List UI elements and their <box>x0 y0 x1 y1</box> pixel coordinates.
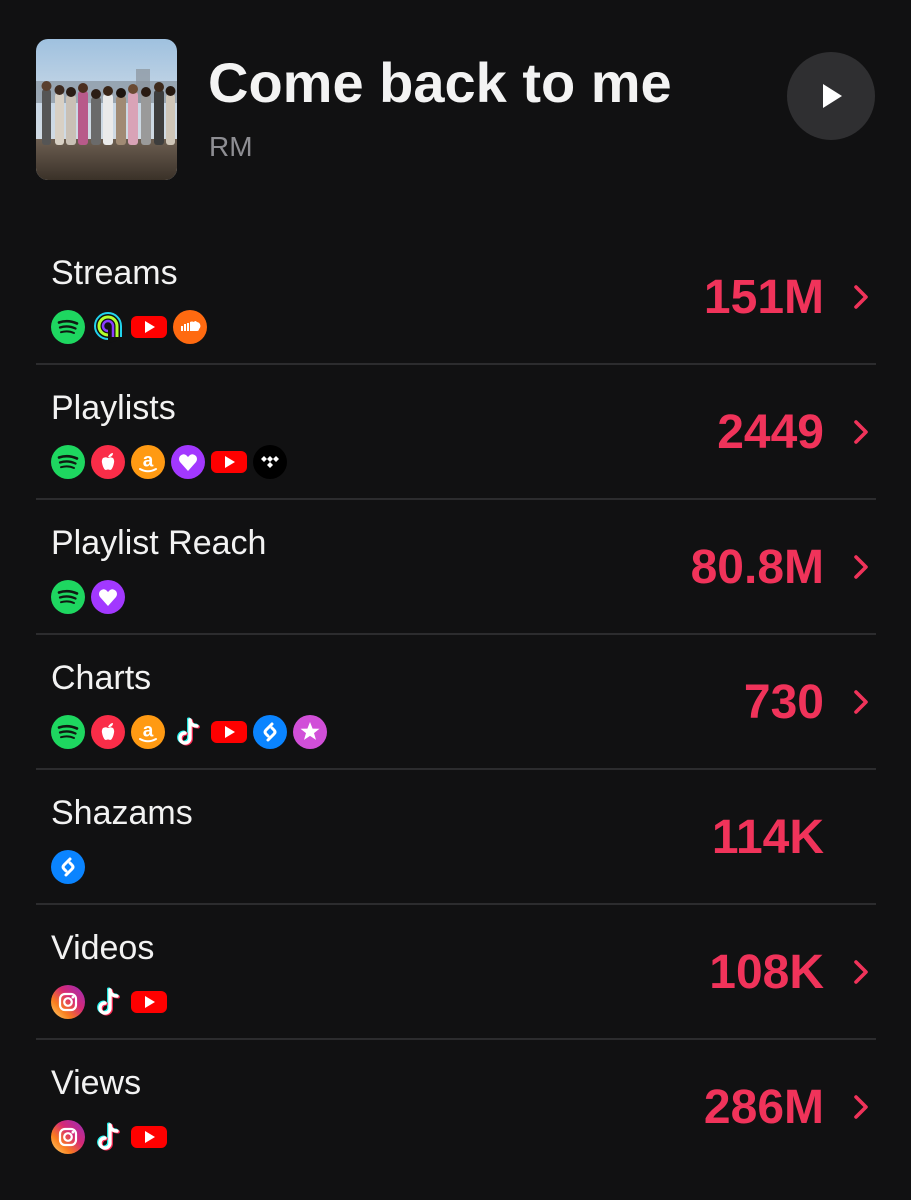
stat-label: Views <box>51 1064 142 1102</box>
shazam-icon <box>253 715 287 749</box>
stat-value: 114K <box>711 811 824 864</box>
stat-label: Charts <box>51 659 152 697</box>
play-icon <box>823 84 842 108</box>
anghami-icon <box>92 311 124 343</box>
stat-label: Videos <box>51 929 155 967</box>
youtube-icon <box>131 316 167 338</box>
amazon-music-icon: a <box>131 445 165 479</box>
youtube-icon <box>131 1126 167 1148</box>
stat-value: 108K <box>709 946 824 999</box>
play-button[interactable] <box>787 52 875 140</box>
platform-icons <box>51 850 91 884</box>
chevron-right-icon[interactable] <box>850 417 872 447</box>
stat-label: Playlist Reach <box>51 524 267 562</box>
tiktok-icon <box>97 1122 120 1151</box>
apple-music-icon <box>91 445 125 479</box>
stat-row-charts[interactable]: Charts a 730 <box>36 635 876 770</box>
artist-name[interactable]: RM <box>209 131 253 163</box>
youtube-icon <box>211 451 247 473</box>
chevron-right-icon[interactable] <box>850 687 872 717</box>
stat-row-playlists[interactable]: Playlists a 2449 <box>36 365 876 500</box>
spotify-icon <box>51 310 85 344</box>
stat-value: 80.8M <box>690 541 824 594</box>
stat-label: Playlists <box>51 389 176 427</box>
spotify-icon <box>51 580 85 614</box>
stat-row-playlist-reach[interactable]: Playlist Reach 80.8M <box>36 500 876 635</box>
song-title: Come back to me <box>208 51 672 114</box>
deezer-icon <box>91 580 125 614</box>
itunes-icon <box>293 715 327 749</box>
tiktok-icon <box>177 717 200 746</box>
instagram-icon <box>51 1120 85 1154</box>
platform-icons: a <box>51 445 293 479</box>
stats-list: Streams 151M Playlists a 2449 Playlist Reach 8… <box>36 230 876 1173</box>
tidal-icon <box>253 445 287 479</box>
chevron-right-icon[interactable] <box>850 957 872 987</box>
platform-icons: a <box>51 715 333 749</box>
stat-row-shazams[interactable]: Shazams 114K <box>36 770 876 905</box>
tiktok-icon <box>97 987 120 1016</box>
soundcloud-icon <box>173 310 207 344</box>
platform-icons <box>51 985 173 1019</box>
spotify-icon <box>51 445 85 479</box>
youtube-icon <box>211 721 247 743</box>
youtube-icon <box>131 991 167 1013</box>
stat-value: 286M <box>703 1081 824 1134</box>
album-cover-image <box>36 39 177 180</box>
platform-icons <box>51 580 131 614</box>
svg-text:a: a <box>143 451 154 472</box>
song-header: Come back to me RM <box>0 0 911 200</box>
spotify-icon <box>51 715 85 749</box>
svg-text:a: a <box>143 721 154 742</box>
stat-row-streams[interactable]: Streams 151M <box>36 230 876 365</box>
stat-value: 730 <box>743 676 824 729</box>
stat-label: Streams <box>51 254 178 292</box>
stat-row-views[interactable]: Views 286M <box>36 1040 876 1173</box>
chevron-right-icon[interactable] <box>850 1092 872 1122</box>
platform-icons <box>51 310 213 344</box>
instagram-icon <box>51 985 85 1019</box>
chevron-right-icon[interactable] <box>850 282 872 312</box>
album-cover <box>36 39 177 180</box>
stat-row-videos[interactable]: Videos 108K <box>36 905 876 1040</box>
shazam-icon <box>51 850 85 884</box>
platform-icons <box>51 1120 173 1154</box>
apple-music-icon <box>91 715 125 749</box>
stat-value: 151M <box>703 271 824 324</box>
deezer-icon <box>171 445 205 479</box>
stat-label: Shazams <box>51 794 193 832</box>
stat-value: 2449 <box>717 406 824 459</box>
amazon-music-icon: a <box>131 715 165 749</box>
chevron-right-icon[interactable] <box>850 552 872 582</box>
